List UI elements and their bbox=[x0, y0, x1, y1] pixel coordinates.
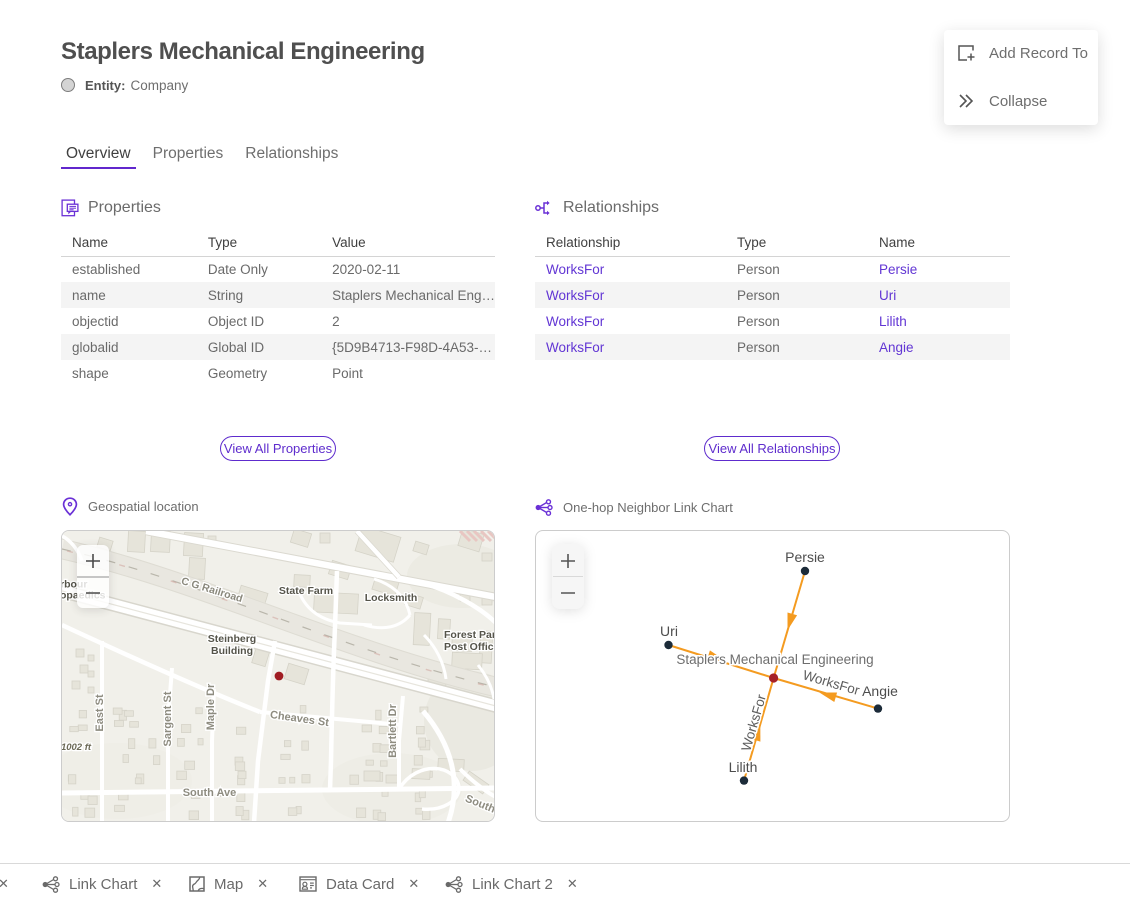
svg-text:Post Offic: Post Offic bbox=[444, 641, 494, 653]
svg-text:South Ave: South Ave bbox=[183, 787, 237, 799]
svg-text:Persie: Persie bbox=[785, 549, 825, 565]
svg-text:WorksFor: WorksFor bbox=[738, 692, 769, 753]
svg-text:Staplers Mechanical Engineerin: Staplers Mechanical Engineering bbox=[676, 652, 873, 667]
svg-text:Maple Dr: Maple Dr bbox=[205, 683, 217, 730]
svg-text:Steinberg: Steinberg bbox=[208, 633, 256, 645]
svg-text:Uri: Uri bbox=[660, 623, 678, 639]
svg-text:Building: Building bbox=[211, 645, 253, 657]
svg-text:Bartlett Dr: Bartlett Dr bbox=[387, 703, 399, 758]
svg-text:Lilith: Lilith bbox=[729, 759, 758, 775]
svg-text:Forest Par: Forest Par bbox=[444, 629, 495, 641]
svg-text:Angie: Angie bbox=[862, 683, 898, 699]
svg-text:East St: East St bbox=[94, 694, 106, 732]
svg-text:Sargent St: Sargent St bbox=[162, 691, 174, 746]
svg-text:State Farm: State Farm bbox=[279, 585, 333, 597]
svg-text:Locksmith: Locksmith bbox=[365, 592, 418, 604]
svg-text:1002 ft: 1002 ft bbox=[62, 742, 92, 753]
